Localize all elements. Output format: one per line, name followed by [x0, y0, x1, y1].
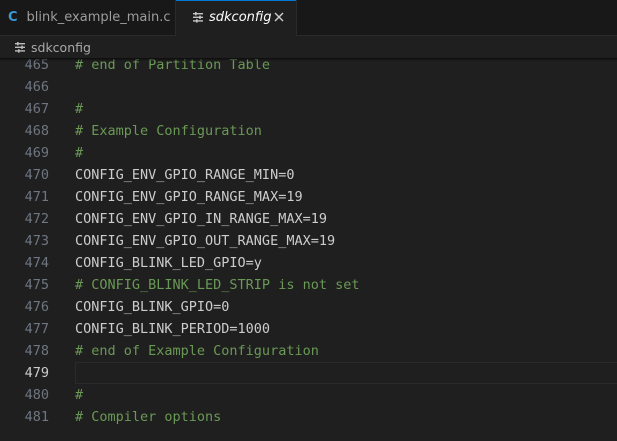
tab-label: sdkconfig	[209, 10, 272, 25]
breadcrumb: sdkconfig	[0, 36, 617, 58]
line-number: 475	[24, 277, 49, 293]
line-number: 472	[24, 211, 49, 227]
line-number: 478	[24, 343, 49, 359]
line-number: 468	[24, 123, 49, 139]
code-comment: # end of Partition Table	[75, 58, 271, 73]
code-line[interactable]: 478 # end of Example Configuration	[0, 340, 617, 362]
code-line[interactable]: 467 #	[0, 98, 617, 120]
code-line[interactable]: 476 CONFIG_BLINK_GPIO=0	[0, 296, 617, 318]
line-number: 479	[24, 365, 49, 381]
code-line[interactable]: 471 CONFIG_ENV_GPIO_RANGE_MAX=19	[0, 186, 617, 208]
tab-blink-example-main[interactable]: C blink_example_main.c	[0, 0, 176, 35]
code-line[interactable]: 470 CONFIG_ENV_GPIO_RANGE_MIN=0	[0, 164, 617, 186]
line-number: 477	[24, 321, 49, 337]
code-comment: # CONFIG_BLINK_LED_STRIP is not set	[75, 277, 360, 293]
code-text: CONFIG_ENV_GPIO_RANGE_MIN=0	[75, 167, 295, 183]
line-number: 466	[24, 79, 49, 95]
code-comment: # Compiler options	[75, 409, 222, 425]
code-line[interactable]: 480 #	[0, 384, 617, 406]
line-number: 470	[24, 167, 49, 183]
close-icon[interactable]	[272, 10, 286, 24]
code-comment: #	[75, 101, 84, 117]
editor-window: C blink_example_main.c sdkconfig sdkconf…	[0, 0, 617, 441]
line-number: 467	[24, 101, 49, 117]
code-editor[interactable]: 464CONFIG_PARTITION_TABLE_MD5=y465# end …	[0, 58, 617, 441]
code-text: CONFIG_ENV_GPIO_RANGE_MAX=19	[75, 189, 303, 205]
line-number: 471	[24, 189, 49, 205]
line-number: 481	[24, 409, 49, 425]
code-line[interactable]: 468 # Example Configuration	[0, 120, 617, 142]
code-line[interactable]: 474 CONFIG_BLINK_LED_GPIO=y	[0, 252, 617, 274]
tab-sdkconfig[interactable]: sdkconfig	[176, 0, 297, 36]
line-number: 480	[24, 387, 49, 403]
code-line[interactable]: 465 # end of Partition Table	[0, 58, 617, 76]
line-number: 469	[24, 145, 49, 161]
code-comment: #	[75, 145, 84, 161]
code-line[interactable]: 477 CONFIG_BLINK_PERIOD=1000	[0, 318, 617, 340]
code-comment: #	[75, 387, 84, 403]
tab-label: blink_example_main.c	[26, 10, 171, 25]
code-line[interactable]: 466	[0, 76, 617, 98]
settings-file-icon	[15, 41, 25, 53]
code-text: CONFIG_BLINK_PERIOD=1000	[75, 321, 271, 337]
code-line[interactable]: 469 #	[0, 142, 617, 164]
tab-bar: C blink_example_main.c sdkconfig	[0, 0, 617, 36]
c-language-icon: C	[8, 10, 18, 25]
line-number: 473	[24, 233, 49, 249]
code-comment: # Example Configuration	[75, 123, 262, 139]
code-line-current[interactable]: 479	[0, 362, 617, 384]
code-text: CONFIG_ENV_GPIO_OUT_RANGE_MAX=19	[75, 233, 336, 249]
line-number: 474	[24, 255, 49, 271]
code-line[interactable]: 475 # CONFIG_BLINK_LED_STRIP is not set	[0, 274, 617, 296]
line-number: 465	[24, 58, 49, 73]
code-lines: 464CONFIG_PARTITION_TABLE_MD5=y465# end …	[0, 58, 617, 428]
code-line[interactable]: 481 # Compiler options	[0, 406, 617, 428]
code-line[interactable]: 473 CONFIG_ENV_GPIO_OUT_RANGE_MAX=19	[0, 230, 617, 252]
code-text: CONFIG_BLINK_LED_GPIO=y	[75, 255, 262, 271]
line-number: 476	[24, 299, 49, 315]
code-text: CONFIG_BLINK_GPIO=0	[75, 299, 230, 315]
breadcrumb-item[interactable]: sdkconfig	[31, 40, 91, 55]
settings-file-icon	[193, 12, 203, 23]
code-line[interactable]: 472 CONFIG_ENV_GPIO_IN_RANGE_MAX=19	[0, 208, 617, 230]
code-text: CONFIG_ENV_GPIO_IN_RANGE_MAX=19	[75, 211, 327, 227]
code-comment: # end of Example Configuration	[75, 343, 319, 359]
